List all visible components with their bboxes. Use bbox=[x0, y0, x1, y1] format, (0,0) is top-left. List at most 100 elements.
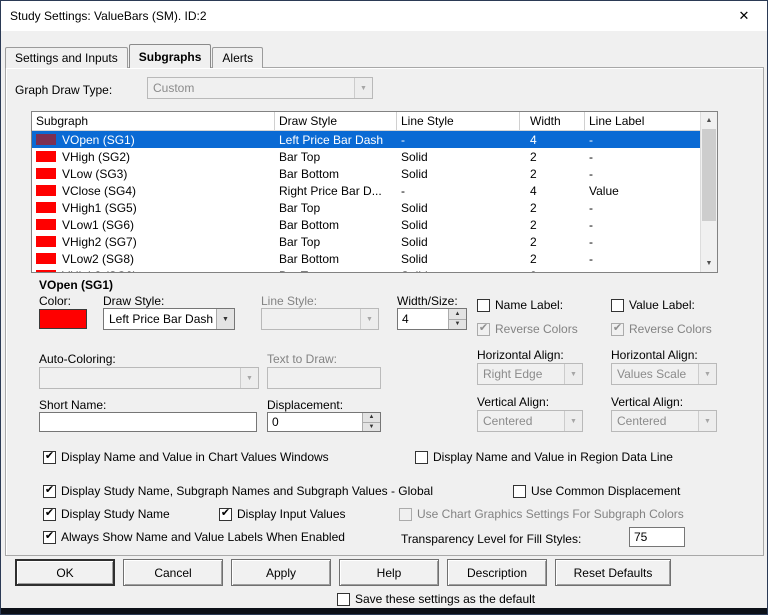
displacement-spinner[interactable]: ▲ ▼ bbox=[267, 412, 381, 432]
column-header-line-label[interactable]: Line Label bbox=[585, 112, 702, 130]
table-row[interactable]: VOpen (SG1) Left Price Bar Dash - 4 - bbox=[32, 131, 717, 148]
width-size-input[interactable] bbox=[398, 309, 448, 329]
scroll-down-button[interactable]: ▼ bbox=[701, 255, 717, 272]
name-horizontal-align-select: Right Edge ▼ bbox=[477, 363, 583, 385]
checkbox-box: ✔ bbox=[337, 592, 350, 606]
button-row: OK Cancel Apply Help Description Reset Defaul… bbox=[15, 559, 671, 586]
tab-alerts[interactable]: Alerts bbox=[212, 47, 264, 68]
reset-defaults-button[interactable]: Reset Defaults bbox=[555, 559, 671, 586]
column-header-draw-style[interactable]: Draw Style bbox=[275, 112, 397, 130]
column-header-subgraph[interactable]: Subgraph bbox=[32, 112, 275, 130]
cell-draw-style: Bar Bottom bbox=[279, 217, 340, 232]
scroll-up-button[interactable]: ▲ bbox=[701, 112, 717, 129]
cell-line-label: - bbox=[589, 251, 593, 266]
check-icon: ✔ bbox=[44, 507, 55, 519]
always-show-labels-text: Always Show Name and Value Labels When E… bbox=[61, 530, 345, 544]
use-common-displacement-checkbox[interactable]: ✔ Use Common Displacement bbox=[513, 484, 680, 498]
save-default-checkbox[interactable]: ✔ Save these settings as the default bbox=[337, 592, 535, 606]
displacement-input[interactable] bbox=[268, 413, 362, 431]
spinner-buttons: ▲ ▼ bbox=[448, 309, 466, 329]
chevron-up-icon: ▲ bbox=[368, 414, 375, 421]
table-row[interactable]: VHigh1 (SG5) Bar Top Solid 2 - bbox=[32, 199, 717, 216]
table-row[interactable]: VLow (SG3) Bar Bottom Solid 2 - bbox=[32, 165, 717, 182]
scroll-track[interactable] bbox=[701, 221, 717, 255]
column-header-line-style[interactable]: Line Style bbox=[397, 112, 520, 130]
cell-line-label: - bbox=[589, 217, 593, 232]
display-chart-values-checkbox[interactable]: ✔ Display Name and Value in Chart Values… bbox=[43, 450, 329, 464]
name-vertical-align-select: Centered ▼ bbox=[477, 410, 583, 432]
table-row[interactable]: VHigh (SG2) Bar Top Solid 2 - bbox=[32, 148, 717, 165]
check-icon: ✔ bbox=[220, 507, 231, 519]
check-icon: ✔ bbox=[478, 322, 489, 334]
table-scrollbar[interactable]: ▲ ▼ bbox=[700, 112, 717, 272]
subgraph-color-swatch bbox=[36, 202, 56, 213]
description-button[interactable]: Description bbox=[447, 559, 547, 586]
name-vertical-align-label: Vertical Align: bbox=[477, 395, 550, 409]
spin-up-button[interactable]: ▲ bbox=[363, 413, 380, 422]
table-row[interactable]: VLow2 (SG8) Bar Bottom Solid 2 - bbox=[32, 250, 717, 267]
always-show-labels-checkbox[interactable]: ✔ Always Show Name and Value Labels When… bbox=[43, 530, 345, 544]
close-button[interactable]: ✕ bbox=[721, 1, 767, 31]
name-reverse-colors-text: Reverse Colors bbox=[495, 322, 578, 336]
name-label-checkbox[interactable]: ✔ Name Label: bbox=[477, 298, 563, 312]
cell-width: 2 bbox=[530, 217, 537, 232]
tab-settings-and-inputs[interactable]: Settings and Inputs bbox=[5, 47, 128, 68]
subgraph-name: VOpen (SG1) bbox=[62, 132, 135, 147]
width-size-spinner[interactable]: ▲ ▼ bbox=[397, 308, 467, 330]
use-common-displacement-text: Use Common Displacement bbox=[531, 484, 681, 498]
spinner-buttons: ▲ ▼ bbox=[362, 413, 380, 431]
display-global-checkbox[interactable]: ✔ Display Study Name, Subgraph Names and… bbox=[43, 484, 433, 498]
cell-subgraph: VHigh1 (SG5) bbox=[32, 199, 275, 216]
transparency-input[interactable] bbox=[629, 527, 685, 547]
apply-button[interactable]: Apply bbox=[231, 559, 331, 586]
subgraph-color-swatch bbox=[36, 236, 56, 247]
scroll-down-icon: ▼ bbox=[705, 260, 713, 267]
cancel-button[interactable]: Cancel bbox=[123, 559, 223, 586]
cell-width: 2 bbox=[530, 166, 537, 181]
table-row[interactable]: VLow1 (SG6) Bar Bottom Solid 2 - bbox=[32, 216, 717, 233]
cell-draw-style: Right Price Bar D... bbox=[279, 183, 382, 198]
short-name-input[interactable] bbox=[39, 412, 257, 432]
value-label-checkbox[interactable]: ✔ Value Label: bbox=[611, 298, 695, 312]
tab-subgraphs[interactable]: Subgraphs bbox=[128, 44, 212, 68]
subgraph-name: VHigh2 (SG7) bbox=[62, 234, 137, 249]
use-chart-graphics-checkbox: ✔ Use Chart Graphics Settings For Subgra… bbox=[399, 507, 684, 521]
value-vertical-align-select: Centered ▼ bbox=[611, 410, 717, 432]
text-to-draw-label: Text to Draw: bbox=[267, 352, 338, 366]
display-input-values-checkbox[interactable]: ✔ Display Input Values bbox=[219, 507, 346, 521]
chevron-down-icon: ▼ bbox=[240, 368, 258, 388]
draw-style-select[interactable]: Left Price Bar Dash ▼ bbox=[103, 308, 235, 330]
checkbox-box: ✔ bbox=[43, 530, 56, 544]
spin-down-button[interactable]: ▼ bbox=[449, 318, 466, 329]
subgraph-name: VClose (SG4) bbox=[62, 183, 137, 198]
check-icon: ✔ bbox=[44, 450, 55, 462]
display-region-data-checkbox[interactable]: ✔ Display Name and Value in Region Data … bbox=[415, 450, 673, 464]
cell-width: 4 bbox=[530, 183, 537, 198]
line-style-select: ▼ bbox=[261, 308, 379, 330]
cell-draw-style: Bar Bottom bbox=[279, 166, 340, 181]
chevron-up-icon: ▲ bbox=[454, 310, 461, 317]
display-study-name-checkbox[interactable]: ✔ Display Study Name bbox=[43, 507, 170, 521]
table-row[interactable]: VHigh2 (SG7) Bar Top Solid 2 - bbox=[32, 233, 717, 250]
checkbox-box: ✔ bbox=[43, 450, 56, 464]
ok-button[interactable]: OK bbox=[15, 559, 115, 586]
color-button[interactable] bbox=[39, 309, 87, 329]
line-style-value bbox=[262, 309, 360, 329]
line-style-label: Line Style: bbox=[261, 294, 318, 308]
cell-line-style: Solid bbox=[401, 217, 428, 232]
table-row[interactable]: VClose (SG4) Right Price Bar D... - 4 Value bbox=[32, 182, 717, 199]
spin-up-button[interactable]: ▲ bbox=[449, 309, 466, 319]
cell-line-style: Solid bbox=[401, 200, 428, 215]
value-horizontal-align-label: Horizontal Align: bbox=[611, 348, 698, 362]
cell-subgraph: VLow2 (SG8) bbox=[32, 250, 275, 267]
window-bottom-border bbox=[1, 608, 767, 614]
column-header-width[interactable]: Width bbox=[520, 112, 585, 130]
display-input-values-text: Display Input Values bbox=[237, 507, 346, 521]
save-default-text: Save these settings as the default bbox=[355, 592, 536, 606]
table-row[interactable]: VHigh3 (SG9) Bar TopSolid2- bbox=[32, 267, 717, 272]
scroll-thumb[interactable] bbox=[702, 129, 716, 221]
cell-subgraph: VOpen (SG1) bbox=[32, 131, 275, 148]
help-button[interactable]: Help bbox=[339, 559, 439, 586]
spin-down-button[interactable]: ▼ bbox=[363, 421, 380, 431]
chevron-down-icon: ▼ bbox=[698, 364, 716, 384]
